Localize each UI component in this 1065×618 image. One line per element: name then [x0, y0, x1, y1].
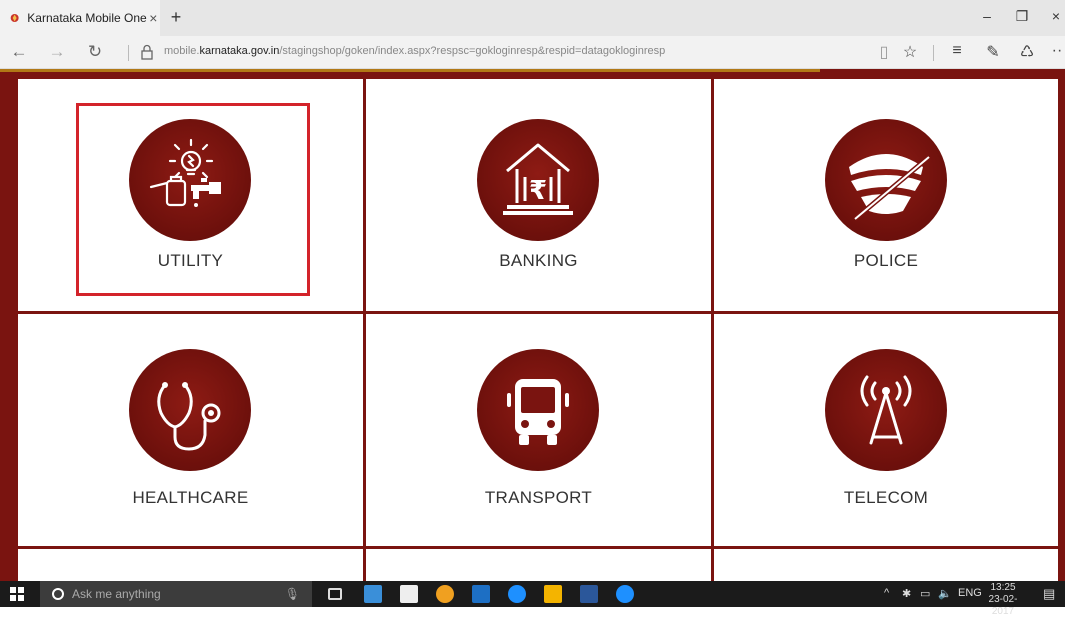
bus-icon [477, 349, 599, 471]
share-icon[interactable]: ♺ [1016, 42, 1038, 62]
back-button[interactable]: ← [8, 42, 30, 62]
tile-police[interactable]: POLICE [714, 79, 1058, 311]
cortana-search-box[interactable]: Ask me anything 🎙 [40, 581, 312, 607]
reading-view-icon[interactable]: ▯ [873, 42, 895, 62]
task-view-icon[interactable] [328, 588, 342, 600]
stethoscope-icon [129, 349, 251, 471]
tab-close-icon[interactable]: × [147, 10, 160, 26]
clock-time: 13:25 [990, 582, 1016, 593]
battery-icon[interactable]: ▭ [920, 587, 930, 600]
web-note-icon[interactable]: ✎ [982, 42, 1004, 62]
page-content: UTILITY ₹ BANKING POLICE HEALTHCARE TRAN… [0, 69, 1065, 589]
refresh-button[interactable]: ↻ [84, 42, 106, 62]
edge-icon[interactable] [616, 585, 634, 603]
tile-transport[interactable]: TRANSPORT [366, 314, 711, 546]
clock[interactable]: 13:25 23-02-2017 [980, 582, 1026, 618]
karnataka-logo-icon [10, 14, 19, 22]
minimize-button[interactable]: – [977, 8, 997, 24]
tray-arrow-icon[interactable]: ^ [884, 587, 889, 599]
more-icon[interactable]: ·· [1046, 42, 1065, 60]
tile-label: TELECOM [843, 488, 929, 507]
hub-icon[interactable]: ≡ [946, 42, 968, 60]
utility-icon [129, 119, 251, 241]
browser-tab[interactable]: Karnataka Mobile One × [0, 0, 160, 36]
svg-text:₹: ₹ [529, 176, 547, 206]
cortana-icon [52, 588, 64, 600]
word-icon[interactable] [580, 585, 598, 603]
volume-icon[interactable]: 🔈 [938, 587, 952, 600]
tab-title: Karnataka Mobile One [27, 11, 147, 25]
police-cap-icon [825, 119, 947, 241]
bank-rupee-icon: ₹ [477, 119, 599, 241]
favorite-star-icon[interactable]: ☆ [899, 42, 921, 62]
tile-label: TRANSPORT [484, 488, 593, 507]
store-icon[interactable] [400, 585, 418, 603]
tile-banking[interactable]: ₹ BANKING [366, 79, 711, 311]
microphone-icon[interactable]: 🎙 [285, 587, 300, 601]
tool-separator [933, 45, 934, 61]
address-bar-row: ← → ↻ mobile.karnataka.gov.in/stagingsho… [0, 36, 1065, 69]
new-tab-button[interactable]: + [166, 7, 186, 28]
clock-date: 23-02-2017 [988, 594, 1018, 617]
antenna-icon [825, 349, 947, 471]
tile-label: POLICE [853, 251, 919, 270]
tile-label: HEALTHCARE [132, 488, 249, 507]
tile-label: BANKING [499, 251, 578, 270]
forward-button[interactable]: → [46, 42, 68, 62]
chrome-icon[interactable] [436, 585, 454, 603]
url-prefix: mobile. [164, 45, 200, 57]
tile-label: UTILITY [157, 251, 224, 270]
file-explorer-icon[interactable] [364, 585, 382, 603]
url-domain: karnataka.gov.in [199, 45, 280, 57]
notifications-icon[interactable]: ▤ [1043, 586, 1055, 602]
windows-start-icon[interactable] [10, 587, 24, 601]
tile-utility[interactable]: UTILITY [18, 79, 363, 311]
service-grid: UTILITY ₹ BANKING POLICE HEALTHCARE TRAN… [18, 79, 1058, 589]
header-strip [0, 69, 820, 72]
url-field[interactable]: mobile.karnataka.gov.in/stagingshop/goke… [164, 45, 665, 57]
bluetooth-icon[interactable]: ✱ [902, 587, 911, 600]
sticky-notes-icon[interactable] [544, 585, 562, 603]
restore-button[interactable]: ❐ [1012, 8, 1032, 25]
outlook-icon[interactable] [472, 585, 490, 603]
internet-explorer-icon[interactable] [508, 585, 526, 603]
taskbar: Ask me anything 🎙 ^ ✱ ▭ 🔈 ENG 13:25 23-0… [0, 581, 1065, 617]
close-window-button[interactable]: × [1046, 8, 1065, 24]
browser-tab-bar: Karnataka Mobile One × + – ❐ × [0, 0, 1065, 36]
tile-healthcare[interactable]: HEALTHCARE [18, 314, 363, 546]
search-placeholder: Ask me anything [72, 587, 161, 601]
language-indicator[interactable]: ENG [958, 587, 982, 599]
nav-separator [128, 45, 129, 61]
lock-icon [141, 44, 153, 60]
tile-telecom[interactable]: TELECOM [714, 314, 1058, 546]
url-path: /stagingshop/goken/index.aspx?respsc=gok… [279, 45, 666, 57]
